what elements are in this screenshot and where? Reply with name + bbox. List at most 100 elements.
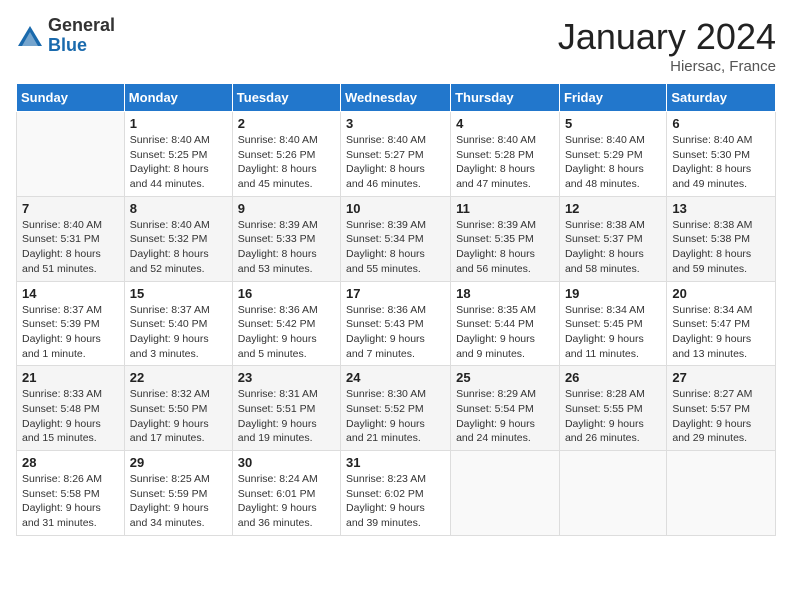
day-info: Sunrise: 8:34 AMSunset: 5:47 PMDaylight:… [672, 303, 770, 362]
calendar-cell: 1 Sunrise: 8:40 AMSunset: 5:25 PMDaylight… [124, 112, 232, 197]
day-number: 25 [456, 370, 554, 385]
day-number: 9 [238, 201, 335, 216]
day-number: 16 [238, 286, 335, 301]
day-number: 5 [565, 116, 661, 131]
week-row-0: 1 Sunrise: 8:40 AMSunset: 5:25 PMDaylight… [17, 112, 776, 197]
day-number: 26 [565, 370, 661, 385]
day-number: 10 [346, 201, 445, 216]
day-number: 31 [346, 455, 445, 470]
calendar-cell: 6 Sunrise: 8:40 AMSunset: 5:30 PMDaylight… [667, 112, 776, 197]
week-row-1: 7 Sunrise: 8:40 AMSunset: 5:31 PMDaylight… [17, 196, 776, 281]
day-info: Sunrise: 8:40 AMSunset: 5:29 PMDaylight:… [565, 133, 661, 192]
calendar-cell: 4 Sunrise: 8:40 AMSunset: 5:28 PMDaylight… [451, 112, 560, 197]
calendar-cell: 10 Sunrise: 8:39 AMSunset: 5:34 PMDayligh… [341, 196, 451, 281]
day-info: Sunrise: 8:37 AMSunset: 5:39 PMDaylight:… [22, 303, 119, 362]
day-info: Sunrise: 8:35 AMSunset: 5:44 PMDaylight:… [456, 303, 554, 362]
header-thursday: Thursday [451, 84, 560, 112]
calendar-cell: 17Sunrise: 8:36 AMSunset: 5:43 PMDayligh… [341, 281, 451, 366]
calendar-cell: 28 Sunrise: 8:26 AMSunset: 5:58 PMDayligh… [17, 451, 125, 536]
calendar-cell: 21 Sunrise: 8:33 AMSunset: 5:48 PMDayligh… [17, 366, 125, 451]
day-number: 1 [130, 116, 227, 131]
calendar-cell: 22 Sunrise: 8:32 AMSunset: 5:50 PMDayligh… [124, 366, 232, 451]
day-number: 2 [238, 116, 335, 131]
day-info: Sunrise: 8:40 AMSunset: 5:26 PMDaylight:… [238, 133, 335, 192]
day-info: Sunrise: 8:40 AMSunset: 5:31 PMDaylight:… [22, 218, 119, 277]
day-number: 4 [456, 116, 554, 131]
day-info: Sunrise: 8:37 AMSunset: 5:40 PMDaylight:… [130, 303, 227, 362]
day-info: Sunrise: 8:34 AMSunset: 5:45 PMDaylight:… [565, 303, 661, 362]
calendar-cell: 13 Sunrise: 8:38 AMSunset: 5:38 PMDayligh… [667, 196, 776, 281]
day-info: Sunrise: 8:39 AMSunset: 5:34 PMDaylight:… [346, 218, 445, 277]
header-row: SundayMondayTuesdayWednesdayThursdayFrid… [17, 84, 776, 112]
day-info: Sunrise: 8:39 AMSunset: 5:33 PMDaylight:… [238, 218, 335, 277]
day-number: 7 [22, 201, 119, 216]
logo-text: General Blue [48, 16, 115, 56]
day-info: Sunrise: 8:38 AMSunset: 5:38 PMDaylight:… [672, 218, 770, 277]
calendar-cell: 14 Sunrise: 8:37 AMSunset: 5:39 PMDayligh… [17, 281, 125, 366]
day-info: Sunrise: 8:29 AMSunset: 5:54 PMDaylight:… [456, 387, 554, 446]
day-info: Sunrise: 8:38 AMSunset: 5:37 PMDaylight:… [565, 218, 661, 277]
calendar-cell: 23 Sunrise: 8:31 AMSunset: 5:51 PMDayligh… [232, 366, 340, 451]
day-info: Sunrise: 8:40 AMSunset: 5:30 PMDaylight:… [672, 133, 770, 192]
day-number: 28 [22, 455, 119, 470]
day-info: Sunrise: 8:24 AMSunset: 6:01 PMDaylight:… [238, 472, 335, 531]
calendar-cell [451, 451, 560, 536]
calendar-cell: 18 Sunrise: 8:35 AMSunset: 5:44 PMDayligh… [451, 281, 560, 366]
day-number: 13 [672, 201, 770, 216]
day-info: Sunrise: 8:40 AMSunset: 5:25 PMDaylight:… [130, 133, 227, 192]
calendar-cell: 31Sunrise: 8:23 AMSunset: 6:02 PMDayligh… [341, 451, 451, 536]
day-number: 6 [672, 116, 770, 131]
calendar-cell: 29Sunrise: 8:25 AMSunset: 5:59 PMDayligh… [124, 451, 232, 536]
day-number: 8 [130, 201, 227, 216]
logo-blue: Blue [48, 36, 115, 56]
day-info: Sunrise: 8:26 AMSunset: 5:58 PMDaylight:… [22, 472, 119, 531]
calendar-table: SundayMondayTuesdayWednesdayThursdayFrid… [16, 83, 776, 536]
day-number: 15 [130, 286, 227, 301]
logo-general: General [48, 16, 115, 36]
day-info: Sunrise: 8:28 AMSunset: 5:55 PMDaylight:… [565, 387, 661, 446]
calendar-cell: 8 Sunrise: 8:40 AMSunset: 5:32 PMDaylight… [124, 196, 232, 281]
day-number: 21 [22, 370, 119, 385]
calendar-cell: 19Sunrise: 8:34 AMSunset: 5:45 PMDayligh… [559, 281, 666, 366]
header-friday: Friday [559, 84, 666, 112]
day-number: 30 [238, 455, 335, 470]
day-number: 23 [238, 370, 335, 385]
day-info: Sunrise: 8:40 AMSunset: 5:32 PMDaylight:… [130, 218, 227, 277]
calendar-cell: 15 Sunrise: 8:37 AMSunset: 5:40 PMDayligh… [124, 281, 232, 366]
title-block: January 2024 Hiersac, France [558, 16, 776, 75]
day-info: Sunrise: 8:27 AMSunset: 5:57 PMDaylight:… [672, 387, 770, 446]
day-number: 3 [346, 116, 445, 131]
calendar-cell: 2 Sunrise: 8:40 AMSunset: 5:26 PMDaylight… [232, 112, 340, 197]
page-header: General Blue January 2024 Hiersac, Franc… [16, 16, 776, 75]
calendar-cell: 30 Sunrise: 8:24 AMSunset: 6:01 PMDayligh… [232, 451, 340, 536]
calendar-cell: 5 Sunrise: 8:40 AMSunset: 5:29 PMDaylight… [559, 112, 666, 197]
header-monday: Monday [124, 84, 232, 112]
day-number: 18 [456, 286, 554, 301]
day-number: 11 [456, 201, 554, 216]
day-info: Sunrise: 8:36 AMSunset: 5:43 PMDaylight:… [346, 303, 445, 362]
calendar-cell: 3Sunrise: 8:40 AMSunset: 5:27 PMDaylight… [341, 112, 451, 197]
day-info: Sunrise: 8:30 AMSunset: 5:52 PMDaylight:… [346, 387, 445, 446]
day-info: Sunrise: 8:39 AMSunset: 5:35 PMDaylight:… [456, 218, 554, 277]
day-number: 14 [22, 286, 119, 301]
calendar-cell: 24Sunrise: 8:30 AMSunset: 5:52 PMDayligh… [341, 366, 451, 451]
calendar-header: SundayMondayTuesdayWednesdayThursdayFrid… [17, 84, 776, 112]
location: Hiersac, France [558, 58, 776, 75]
day-number: 29 [130, 455, 227, 470]
week-row-2: 14 Sunrise: 8:37 AMSunset: 5:39 PMDayligh… [17, 281, 776, 366]
day-number: 22 [130, 370, 227, 385]
calendar-cell: 20Sunrise: 8:34 AMSunset: 5:47 PMDayligh… [667, 281, 776, 366]
day-info: Sunrise: 8:40 AMSunset: 5:28 PMDaylight:… [456, 133, 554, 192]
calendar-cell: 9 Sunrise: 8:39 AMSunset: 5:33 PMDaylight… [232, 196, 340, 281]
week-row-3: 21 Sunrise: 8:33 AMSunset: 5:48 PMDayligh… [17, 366, 776, 451]
logo-icon [16, 22, 44, 50]
week-row-4: 28 Sunrise: 8:26 AMSunset: 5:58 PMDayligh… [17, 451, 776, 536]
day-info: Sunrise: 8:33 AMSunset: 5:48 PMDaylight:… [22, 387, 119, 446]
month-title: January 2024 [558, 16, 776, 58]
calendar-cell: 16Sunrise: 8:36 AMSunset: 5:42 PMDayligh… [232, 281, 340, 366]
day-info: Sunrise: 8:31 AMSunset: 5:51 PMDaylight:… [238, 387, 335, 446]
calendar-cell: 25 Sunrise: 8:29 AMSunset: 5:54 PMDayligh… [451, 366, 560, 451]
day-info: Sunrise: 8:32 AMSunset: 5:50 PMDaylight:… [130, 387, 227, 446]
day-number: 12 [565, 201, 661, 216]
calendar-cell: 7 Sunrise: 8:40 AMSunset: 5:31 PMDaylight… [17, 196, 125, 281]
